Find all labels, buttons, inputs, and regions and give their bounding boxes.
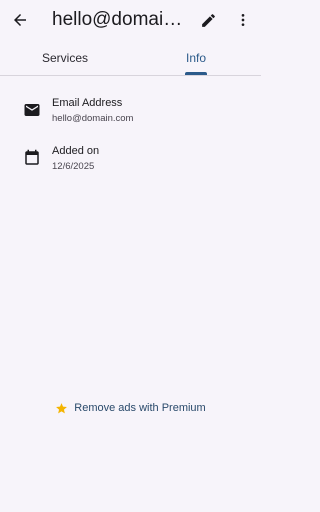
email-icon (22, 100, 42, 120)
star-icon (56, 402, 68, 413)
more-vertical-icon (241, 14, 245, 26)
added-on-label: Added on (52, 145, 100, 157)
active-tab-indicator (185, 72, 207, 75)
remove-ads-button[interactable]: Remove ads with Premium (0, 398, 261, 418)
email-value: hello@domain.com (52, 113, 134, 124)
added-on-value: 12/6/2025 (52, 161, 95, 172)
tab-services[interactable]: Services (0, 40, 130, 75)
calendar-icon (22, 148, 42, 168)
top-app-bar: hello@domain.com (0, 0, 261, 40)
email-detail-row: Email Address hello@domain.com (0, 94, 261, 134)
pencil-icon (201, 13, 215, 27)
back-button[interactable] (8, 8, 32, 32)
page-title: hello@domain.com (52, 9, 184, 30)
email-label: Email Address (52, 97, 123, 109)
edit-button[interactable] (196, 8, 220, 32)
added-on-detail-row: Added on 12/6/2025 (0, 142, 261, 182)
tab-bar: Services Info (0, 40, 261, 76)
more-options-button[interactable] (231, 8, 255, 32)
arrow-back-icon (14, 14, 26, 26)
tab-info[interactable]: Info (131, 40, 261, 75)
remove-ads-label: Remove ads with Premium (74, 402, 206, 414)
